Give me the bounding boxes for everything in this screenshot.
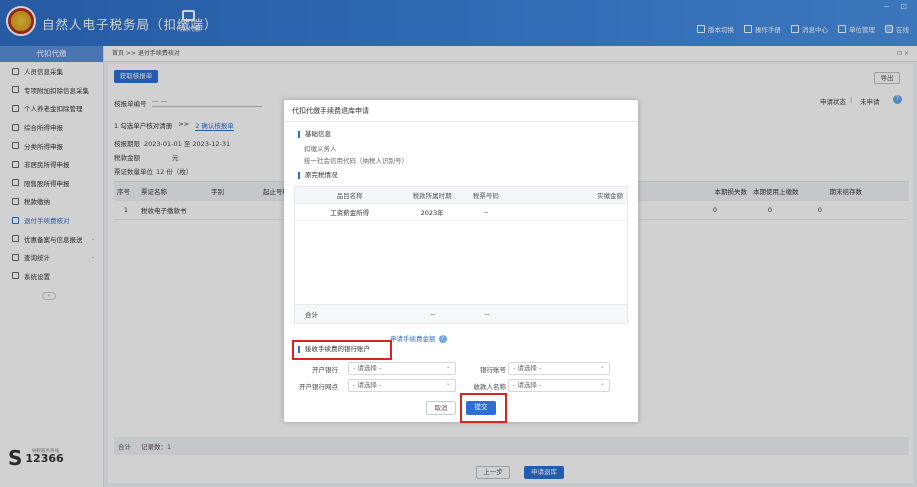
row-item: 工资薪金所得 [330, 209, 370, 217]
account-label: 银行账号 [480, 366, 506, 374]
total-label: 合计 [305, 311, 318, 319]
history-table-header: 品目名称 税款所属时期 税票号码 实缴金额 [295, 187, 627, 204]
payee-label: 收款人名称 [473, 383, 507, 391]
bank-select[interactable]: - 请选择 - [348, 361, 456, 375]
credit-code-label: 统一社会信用代码（纳税人识别号） [304, 157, 408, 165]
account-select[interactable]: - 请选择 - [508, 361, 610, 375]
bank-label: 开户银行 [312, 366, 338, 374]
cancel-button[interactable]: 取消 [426, 401, 456, 415]
col-ticket: 税票号码 [472, 192, 499, 200]
history-title: 原完税情况 [298, 172, 338, 179]
history-total-row: 合计 -- -- [294, 304, 628, 324]
col-amount: 实缴金额 [597, 192, 623, 200]
apply-fee-amount-link[interactable]: 申请手续费金额? [390, 333, 447, 343]
withholder-label: 扣缴义务人 [304, 145, 337, 153]
apply-fee-amount-text: 申请手续费金额 [390, 335, 436, 343]
refund-apply-dialog: 代扣代缴手续费退库申请 基础信息 扣缴义务人 统一社会信用代码（纳税人识别号） … [284, 100, 638, 423]
branch-label: 开户银行网点 [299, 383, 338, 391]
info-icon[interactable]: ? [438, 335, 447, 343]
col-item: 品目名称 [336, 192, 363, 200]
total-dash-1: -- [430, 310, 436, 318]
row-period: 2023年 [420, 209, 444, 217]
basic-info-title: 基础信息 [298, 131, 331, 138]
highlight-submit [460, 393, 507, 423]
dialog-title: 代扣代缴手续费退库申请 [284, 100, 638, 122]
col-period: 税款所属时期 [412, 192, 452, 200]
highlight-bank-title [292, 340, 392, 360]
branch-select[interactable]: - 请选择 - [348, 378, 456, 392]
total-dash-2: -- [484, 310, 490, 318]
history-row: 工资薪金所得 2023年 -- [295, 204, 627, 221]
payee-select[interactable]: - 请选择 - [508, 378, 610, 392]
row-ticket: -- [483, 208, 489, 216]
